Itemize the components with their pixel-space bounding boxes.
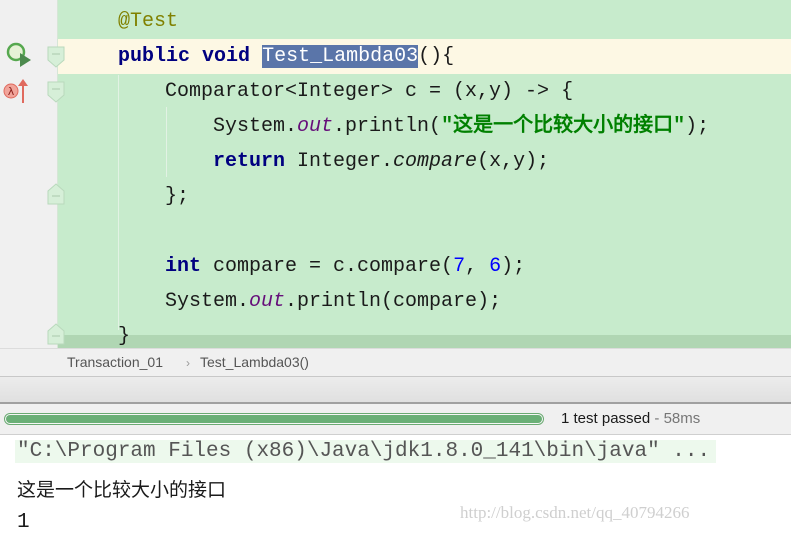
number-literal: 6 <box>489 255 502 278</box>
lambda-close-brace: }; <box>165 185 190 208</box>
breadcrumb: Transaction_01 › Test_Lambda03() <box>0 348 791 377</box>
code-args: (x,y); <box>477 150 550 173</box>
indent-guide <box>166 107 167 177</box>
code-line-method-signature[interactable]: public void Test_Lambda03(){ <box>58 39 791 74</box>
test-status-bar: 1 test passed - 58ms <box>0 404 791 435</box>
field-out: out <box>249 290 286 313</box>
code-println: .println( <box>333 115 442 138</box>
indent-guide <box>118 75 119 330</box>
code-line-print-compare[interactable]: System.out.println(compare); <box>58 284 791 319</box>
console-output-line: 1 <box>17 511 30 534</box>
number-literal: 7 <box>453 255 466 278</box>
fold-expand-end-icon[interactable] <box>47 183 65 205</box>
console-output-line: 这是一个比较大小的接口 <box>17 479 227 501</box>
comparator-declaration: Comparator<Integer> c = (x,y) -> { <box>165 80 574 103</box>
code-integer: Integer. <box>285 150 394 173</box>
fold-collapse-icon[interactable] <box>47 81 65 103</box>
code-compare-call: compare = c.compare( <box>201 255 454 278</box>
code-line-annotation[interactable]: @Test <box>58 4 791 39</box>
breadcrumb-separator-icon: › <box>186 356 190 370</box>
breadcrumb-class[interactable]: Transaction_01 <box>67 354 163 370</box>
code-line-return[interactable]: return Integer.compare(x,y); <box>58 144 791 179</box>
code-line-println[interactable]: System.out.println("这是一个比较大小的接口"); <box>58 109 791 144</box>
svg-text:λ: λ <box>8 85 15 98</box>
tool-window-header <box>0 377 791 404</box>
keyword-return: return <box>213 150 286 173</box>
method-name-selected[interactable]: Test_Lambda03 <box>262 45 419 68</box>
test-duration: - 58ms <box>650 410 701 427</box>
code-end: ); <box>501 255 526 278</box>
static-method-compare: compare <box>393 150 478 173</box>
code-line-comparator[interactable]: Comparator<Integer> c = (x,y) -> { <box>58 74 791 109</box>
test-progress-bar <box>4 413 544 425</box>
progress-fill <box>6 415 542 423</box>
fold-collapse-icon[interactable] <box>47 46 65 68</box>
method-parens: (){ <box>418 45 455 68</box>
code-end: ); <box>685 115 710 138</box>
run-test-icon[interactable] <box>5 40 33 68</box>
code-println: .println(compare); <box>285 290 502 313</box>
lambda-implementation-icon[interactable]: λ <box>2 77 30 105</box>
test-result-summary: 1 test passed - 58ms <box>561 410 700 427</box>
fold-expand-end-icon[interactable] <box>47 323 65 345</box>
string-literal: "这是一个比较大小的接口" <box>441 115 686 138</box>
annotation: @Test <box>118 10 179 33</box>
keyword-void: void <box>202 45 251 68</box>
code-line-int-compare[interactable]: int compare = c.compare(7, 6); <box>58 249 791 284</box>
code-system: System. <box>165 290 250 313</box>
code-line-lambda-close[interactable]: }; <box>58 179 791 214</box>
keyword-int: int <box>165 255 202 278</box>
watermark: http://blog.csdn.net/qq_40794266 <box>460 503 690 522</box>
code-line-method-close[interactable]: } <box>58 319 791 348</box>
test-result-text: 1 test passed <box>561 410 651 427</box>
breadcrumb-method[interactable]: Test_Lambda03() <box>200 354 309 370</box>
keyword-public: public <box>118 45 191 68</box>
code-editor[interactable]: @Test public void Test_Lambda03(){ Compa… <box>0 0 791 348</box>
code-comma: , <box>465 255 490 278</box>
method-close-brace: } <box>118 325 131 348</box>
field-out: out <box>297 115 334 138</box>
code-system: System. <box>213 115 298 138</box>
console-command-line[interactable]: "C:\Program Files (x86)\Java\jdk1.8.0_14… <box>15 440 717 463</box>
